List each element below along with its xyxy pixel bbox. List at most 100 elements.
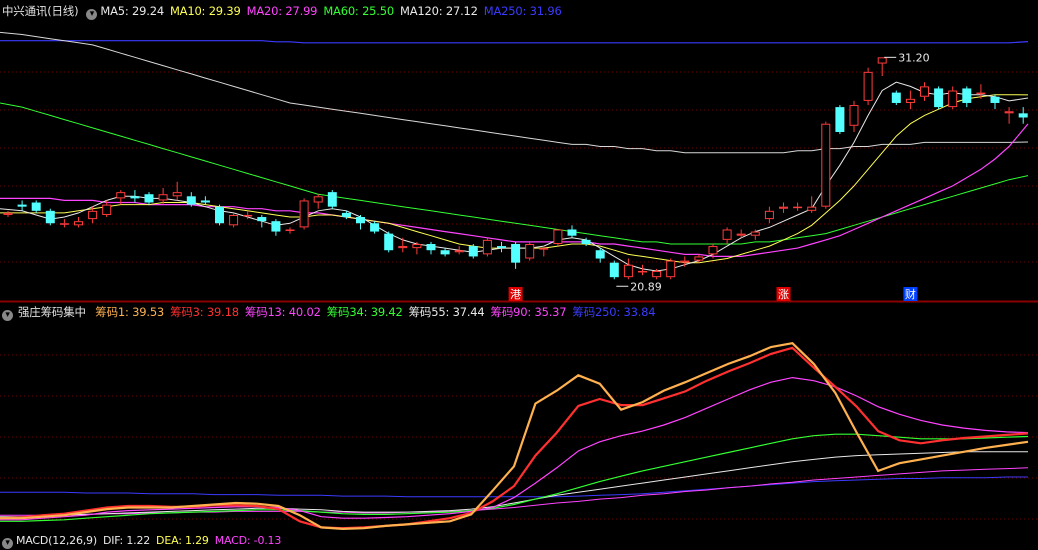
macd-legend-item-1: DIF: 1.22	[102, 534, 151, 547]
candle[interactable]	[891, 90, 901, 106]
ma-legend-item-3: MA60: 25.50	[323, 4, 394, 18]
macd-legend-item-0: MACD(12,26,9)	[16, 534, 97, 547]
indicator-legend: ▾ 强庄筹码集中 筹码1: 39.53 筹码3: 39.18 筹码13: 40.02 筹…	[0, 303, 667, 321]
ma20-line	[0, 123, 1029, 257]
candle[interactable]	[821, 121, 831, 209]
stock-chart-window[interactable]: 31.20 20.89 港涨财 中兴通讯(日线) ▾ MA5: 29.24 MA10:…	[0, 0, 1038, 549]
candle[interactable]	[934, 86, 944, 110]
candle[interactable]	[623, 258, 633, 280]
candle[interactable]	[200, 196, 210, 205]
candle[interactable]	[835, 105, 845, 135]
candle[interactable]	[271, 219, 281, 236]
ma120-line	[0, 31, 1029, 154]
ma60-line	[0, 102, 1029, 245]
candle[interactable]	[144, 192, 154, 205]
macd-legend-item-2: DEA: 1.29	[156, 534, 209, 547]
candle[interactable]	[45, 208, 55, 226]
stock-title[interactable]: 中兴通讯(日线)	[2, 4, 79, 18]
candle[interactable]	[638, 264, 647, 276]
ma-legend-item-1: MA10: 29.39	[169, 4, 241, 18]
ma-legend-item-5: MA250: 31.96	[483, 4, 562, 18]
chip-concentration-lines	[0, 342, 1029, 531]
moving-average-lines	[0, 31, 1029, 272]
chip-legend-item-0: 筹码1: 39.53	[95, 305, 165, 319]
candle[interactable]	[398, 237, 408, 253]
ma250-line	[0, 40, 1029, 44]
macd-legend: ▾ MACD(12,26,9) DIF: 1.22 DEA: 1.29 MACD: -0…	[0, 532, 293, 550]
candle[interactable]	[229, 212, 239, 228]
low-price-label: 20.89	[630, 280, 662, 293]
chip-line	[0, 376, 1029, 521]
candle[interactable]	[426, 241, 436, 255]
ma10-line	[0, 94, 1029, 264]
candle[interactable]	[920, 82, 929, 101]
chip-legend-item-4: 筹码55: 37.44	[408, 305, 485, 319]
ma-legend-item-0: MA5: 29.24	[100, 4, 164, 18]
candle[interactable]	[849, 100, 859, 132]
candle[interactable]	[74, 217, 83, 228]
candle[interactable]	[553, 229, 563, 247]
candle[interactable]	[412, 241, 422, 255]
chip-line	[0, 342, 1029, 531]
candle[interactable]	[257, 214, 267, 228]
candle[interactable]	[59, 219, 69, 228]
candle[interactable]	[990, 94, 1000, 110]
candle[interactable]	[3, 210, 13, 218]
candle[interactable]	[356, 214, 365, 230]
candle[interactable]	[172, 181, 182, 201]
indicator-title[interactable]: 强庄筹码集中	[18, 305, 86, 319]
candle[interactable]	[215, 204, 224, 226]
event-marker[interactable]: 涨	[776, 287, 791, 301]
event-markers[interactable]: 港涨财	[508, 287, 918, 301]
candle[interactable]	[482, 237, 492, 257]
candle[interactable]	[609, 260, 619, 280]
candle[interactable]	[1004, 107, 1014, 124]
candlestick-series[interactable]	[3, 57, 1028, 280]
candle[interactable]	[877, 57, 887, 76]
candle[interactable]	[525, 241, 535, 261]
candle[interactable]	[962, 86, 972, 108]
settings-circle-icon[interactable]: ▾	[86, 9, 98, 20]
candle[interactable]	[186, 192, 196, 207]
candle[interactable]	[595, 248, 605, 263]
price-annotations: 31.20 20.89	[616, 51, 930, 293]
candle[interactable]	[497, 241, 506, 253]
main-chart-legend: 中兴通讯(日线) ▾ MA5: 29.24 MA10: 29.39 MA20: 27.9…	[0, 2, 574, 20]
candle[interactable]	[948, 86, 958, 110]
ma-legend-item-2: MA20: 27.99	[246, 4, 318, 18]
candle[interactable]	[313, 194, 323, 209]
chip-legend-item-6: 筹码250: 33.84	[572, 305, 656, 319]
macd-legend-item-3: MACD: -0.13	[214, 534, 282, 547]
chart-canvas[interactable]: 31.20 20.89 港 涨 财	[0, 0, 1038, 540]
candle[interactable]	[31, 200, 41, 213]
ma5-line	[0, 81, 1029, 272]
candle[interactable]	[511, 241, 521, 269]
candle[interactable]	[440, 248, 450, 257]
event-marker-label: 财	[905, 287, 916, 301]
candle[interactable]	[384, 231, 394, 253]
chip-line	[0, 346, 1029, 530]
indicator-settings-circle-icon[interactable]: ▾	[2, 310, 13, 321]
candle[interactable]	[130, 190, 140, 203]
high-price-label: 31.20	[898, 51, 930, 64]
candle[interactable]	[299, 198, 309, 230]
event-marker[interactable]: 财	[903, 287, 918, 301]
candle[interactable]	[567, 225, 577, 238]
candle[interactable]	[468, 244, 478, 259]
candle[interactable]	[327, 190, 337, 209]
event-marker[interactable]: 港	[508, 287, 523, 301]
event-marker-label: 港	[510, 288, 521, 301]
candle[interactable]	[285, 227, 295, 234]
ma-legend-item-4: MA120: 27.12	[400, 4, 478, 18]
candle[interactable]	[764, 206, 774, 224]
candle[interactable]	[905, 90, 915, 110]
candle[interactable]	[722, 227, 732, 244]
chip-legend-item-5: 筹码90: 35.37	[490, 305, 567, 319]
candle[interactable]	[666, 258, 676, 280]
chip-legend-item-3: 筹码34: 39.42	[326, 305, 403, 319]
candle[interactable]	[863, 67, 873, 106]
candle[interactable]	[17, 200, 27, 211]
candle[interactable]	[793, 202, 803, 211]
candle[interactable]	[779, 202, 788, 213]
candle[interactable]	[454, 246, 464, 255]
